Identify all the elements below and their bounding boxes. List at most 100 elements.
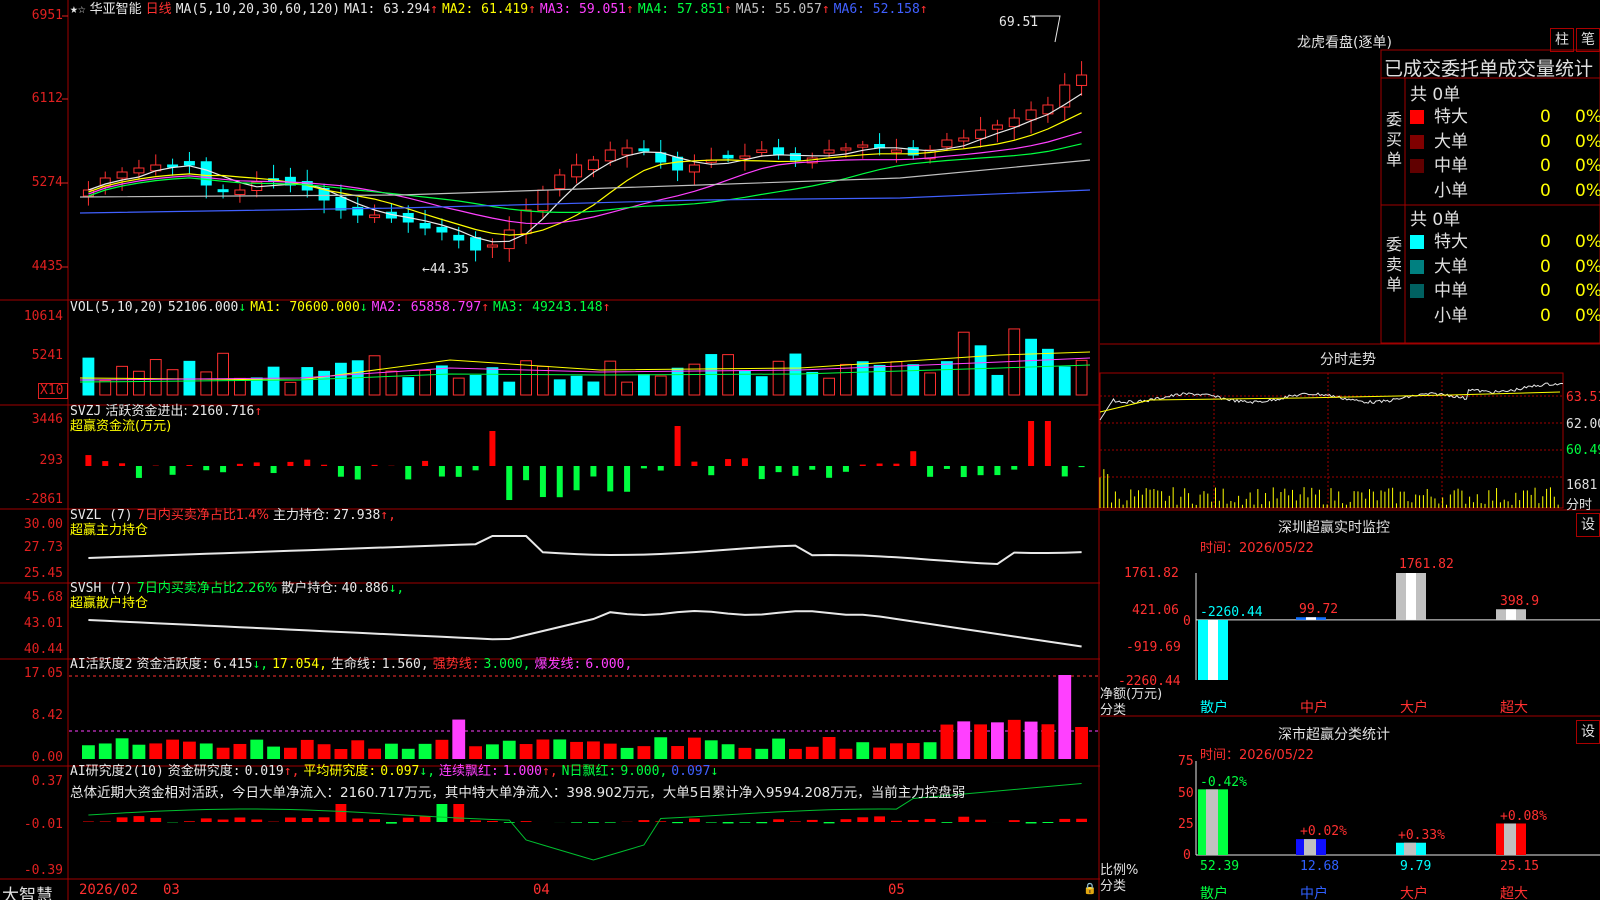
activity-bar [856, 742, 870, 759]
research-bar [419, 816, 431, 822]
candle-body [789, 153, 801, 161]
research-bar [638, 820, 650, 822]
sz-monitor-settings-button[interactable]: 设 [1576, 513, 1600, 537]
volume-bar [907, 364, 920, 396]
activity-bar [368, 748, 381, 759]
volume-bar [503, 381, 516, 396]
candle-body [1059, 84, 1071, 108]
sz-classify-bottom-label: 12.68 [1300, 859, 1340, 874]
research-bar [975, 819, 986, 822]
ma-arrow: ↑ [919, 2, 928, 17]
lock-icon[interactable]: 🔒 [1083, 882, 1097, 895]
svzj-y-tick: -2861 [23, 492, 63, 507]
svzl-hold-value: 27.938 [333, 508, 381, 523]
ai-research-summary: 总体近期大资金相对活跃，今日大单净流入：2160.717万元，其中特大单净流入：… [70, 785, 966, 801]
research-bar [907, 819, 919, 822]
svzl-y-tick: 30.00 [23, 517, 63, 532]
sell-side-label: 委卖单 [1386, 235, 1403, 294]
volume-bar [570, 375, 583, 396]
flow-bar [506, 466, 513, 501]
research-bar [739, 822, 751, 823]
research-bar [184, 821, 195, 822]
volume-bar [402, 377, 415, 396]
order-count: 0 [1540, 107, 1551, 127]
candle-body [183, 161, 195, 166]
tick-mode-button[interactable]: 笔 [1576, 28, 1600, 52]
period-label[interactable]: 日线 [146, 2, 172, 17]
svzl-subtitle: 超赢主力持仓 [70, 523, 149, 538]
flow-bar [405, 466, 412, 480]
activity-bar [738, 747, 752, 759]
order-row: 小单 0 0% [1410, 179, 1600, 203]
sz-monitor-y-tick: -919.69 [1126, 640, 1181, 655]
research-bar [604, 822, 616, 823]
order-size-label: 小单 [1434, 180, 1468, 201]
research-bar [487, 820, 498, 822]
activity-bar [284, 747, 297, 759]
flow-bar [640, 466, 647, 469]
activity-bar [469, 746, 482, 759]
volume-bar [99, 380, 112, 396]
activity-bar [452, 719, 466, 759]
activity-bar [1024, 721, 1038, 759]
activity-bar [822, 737, 836, 759]
activity-bar [1007, 719, 1021, 759]
research-bar [301, 817, 313, 822]
ai-research-y-tick: 0.37 [31, 774, 63, 789]
research-bar [285, 817, 296, 822]
vol-unit-badge: X10 [38, 383, 68, 399]
ai-active-strong-label: 强势线: [432, 657, 480, 672]
intraday-y-tick: 63.51 [1566, 390, 1600, 405]
svsh-arrow: ↓, [388, 581, 405, 596]
research-bar [217, 819, 229, 822]
flow-bar [1061, 466, 1068, 477]
research-bar [689, 818, 700, 822]
research-bar [840, 819, 852, 822]
candle-body [1025, 109, 1037, 121]
time-axis-label: 04 [533, 882, 550, 898]
research-bar [318, 817, 330, 822]
ai-research-lian-arrow: ↑, [542, 764, 558, 779]
time-axis-label: 05 [888, 882, 905, 898]
ai-research-r-label: 资金研究度: [167, 764, 241, 779]
candle-body [436, 226, 448, 233]
ma-params: MA(5,10,20,30,60,120) [175, 2, 341, 17]
flow-bar [472, 466, 479, 471]
sz-classify-y-tick: 75 [1178, 754, 1194, 769]
ma-arrow: ↑ [602, 300, 611, 315]
activity-bar [216, 747, 230, 759]
svzl-arrow: ↑, [380, 508, 396, 523]
volume-bar [335, 362, 347, 396]
sz-classify-y-tick: 0 [1183, 848, 1191, 863]
svzj-y-tick: 3446 [31, 412, 63, 427]
sz-classify-bar-highlight [1504, 823, 1516, 855]
svsh-hold-value: 40.886 [341, 581, 389, 596]
ma-value-2: MA2: 65858.797 [371, 300, 482, 315]
sz-classify-settings-button[interactable]: 设 [1576, 720, 1600, 744]
candle-body [621, 147, 633, 156]
research-bar [1059, 818, 1071, 822]
order-count: 0 [1540, 305, 1551, 326]
buy-total: 共 0单 [1410, 85, 1461, 105]
sz-monitor-title: 深圳超赢实时监控 [1278, 520, 1390, 536]
stock-name[interactable]: 华亚智能 [90, 2, 142, 17]
favorite-star-icon[interactable]: ★☆ [70, 2, 86, 17]
order-percent: 0% [1575, 107, 1600, 127]
sz-classify-category: 中户 [1300, 886, 1328, 900]
flow-bar [220, 466, 227, 473]
order-row: 大单 0 0% [1410, 130, 1600, 154]
flow-bar [1044, 421, 1051, 466]
color-swatch [1410, 259, 1424, 274]
vol-value: 52106.000 [167, 300, 239, 315]
sz-classify-x-axis-label: 分类 [1100, 879, 1127, 894]
bar-mode-button[interactable]: 柱 [1550, 28, 1574, 52]
research-bar [588, 822, 599, 823]
svsh-header: SVSH (7) 7日内买卖净占比2.26% 散户持仓: 40.886↓, [70, 581, 408, 596]
order-percent: 0% [1575, 156, 1600, 176]
ai-active-burst-label: 爆发线: [534, 657, 582, 672]
ma1-line [88, 93, 1082, 243]
order-size-label: 中单 [1434, 281, 1468, 301]
flow-bar [169, 466, 176, 475]
svzl-desc: 7日内买卖净占比1.4% [136, 508, 269, 523]
volume-bar [840, 363, 852, 396]
